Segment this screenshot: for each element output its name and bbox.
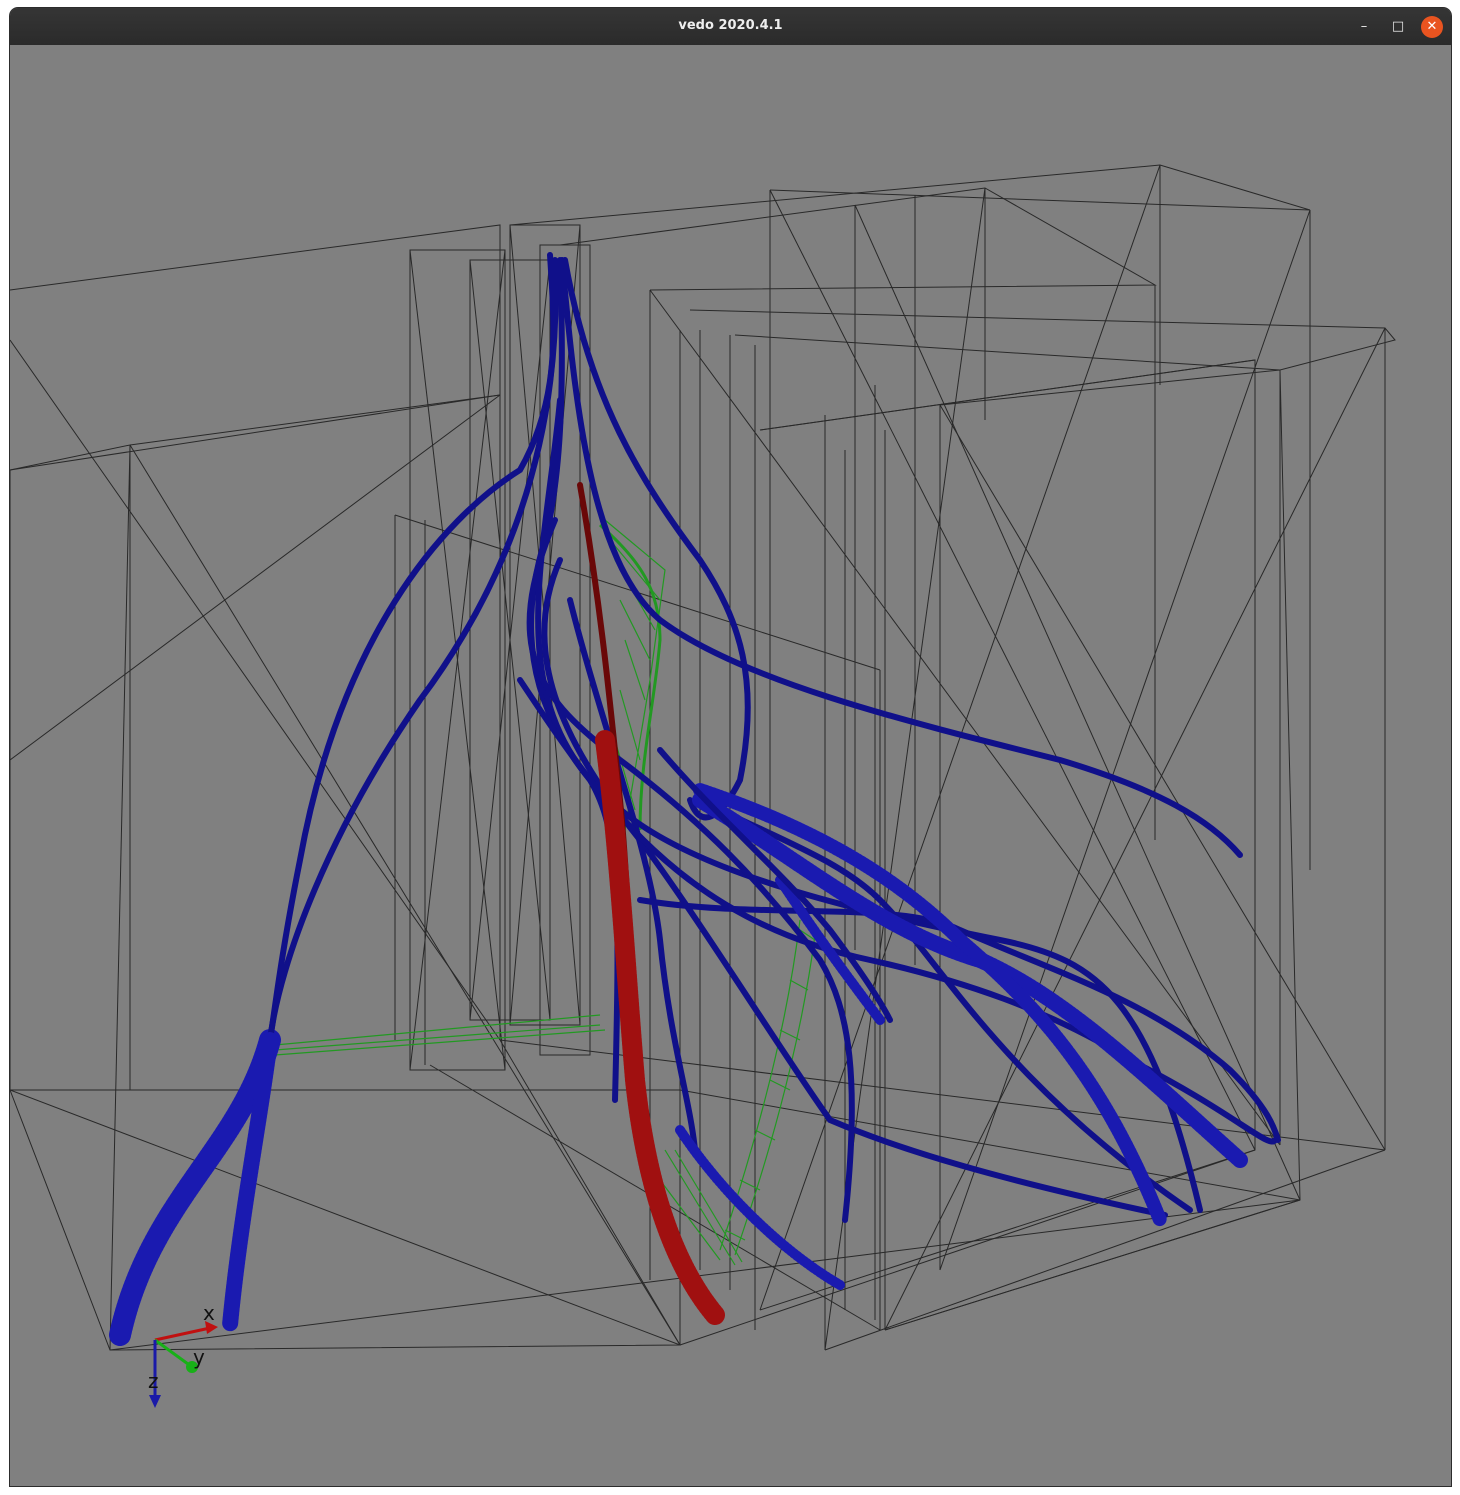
window-title: vedo 2020.4.1 xyxy=(678,18,783,33)
scene-canvas[interactable]: x y z xyxy=(10,45,1451,1486)
close-button[interactable]: ✕ xyxy=(1421,16,1443,38)
y-axis-label: y xyxy=(193,1345,205,1369)
minimize-button[interactable]: – xyxy=(1353,16,1375,38)
maximize-button[interactable]: □ xyxy=(1387,16,1409,38)
title-bar[interactable]: vedo 2020.4.1 – □ ✕ xyxy=(10,8,1451,45)
render-viewport[interactable]: x y z xyxy=(10,45,1451,1486)
z-axis-label: z xyxy=(148,1369,159,1393)
app-window: vedo 2020.4.1 – □ ✕ x y z xyxy=(10,8,1451,1486)
x-axis-label: x xyxy=(203,1301,215,1325)
